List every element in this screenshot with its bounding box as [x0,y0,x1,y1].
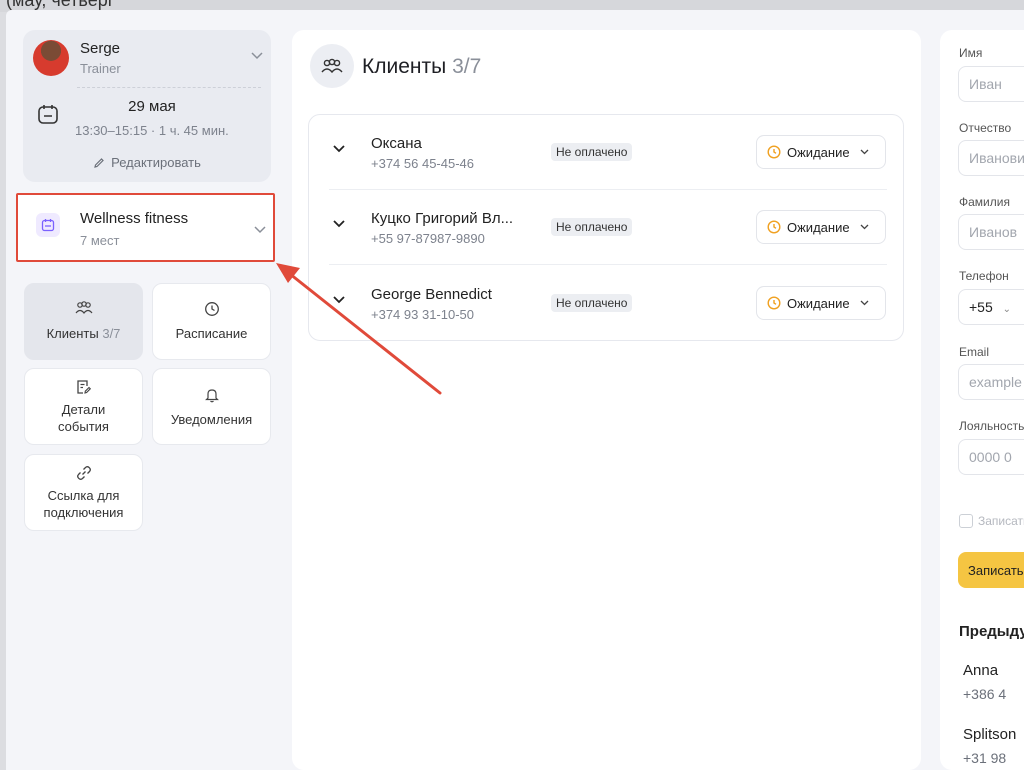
tab-details-line2: события [58,419,109,434]
event-calendar-icon [36,213,60,237]
status-label: Ожидание [787,295,850,311]
chevron-down-icon[interactable] [251,52,263,60]
avatar [33,40,69,76]
tab-clients[interactable]: Клиенты 3/7 [24,283,143,360]
event-capacity: 7 мест [80,233,120,248]
email-field[interactable]: example [958,364,1024,400]
previous-client-name[interactable]: Anna [963,662,998,679]
last-name-field[interactable]: Иванов [958,214,1024,250]
client-phone: +374 93 31-10-50 [371,307,475,322]
loyalty-label: Лояльность [959,419,1024,433]
previous-clients-heading: Предыдущие [959,623,1024,640]
status-label: Ожидание [787,144,850,160]
pencil-icon [94,157,104,168]
payment-badge: Не оплачено [551,294,633,312]
phone-code: +55 [969,299,993,315]
tab-details-line1: Детали [61,402,106,417]
previous-client-phone: +31 98 [963,750,1007,766]
edit-button[interactable]: Редактировать [23,155,271,170]
checkbox-label: Записать [978,514,1024,528]
page-title: Клиенты 3/7 [362,55,481,79]
trainer-selector[interactable]: Serge Trainer [33,40,263,80]
trainer-role: Trainer [80,61,121,76]
chevron-down-icon[interactable] [254,226,266,234]
loyalty-field[interactable]: 0000 0 [958,439,1024,475]
calendar-icon [38,105,58,124]
event-date: 29 мая [128,98,176,115]
chevron-down-icon [860,300,869,306]
first-name-field[interactable]: Иван [958,66,1024,102]
last-name-label: Фамилия [959,195,1010,209]
chevron-down-icon: ⌄ [1002,304,1012,315]
record-checkbox[interactable]: Записать [959,514,1024,528]
client-name: Куцко Григорий Вл... [371,210,514,227]
tab-schedule-label: Расписание [175,326,248,341]
clock-icon [767,296,781,310]
chevron-down-icon [860,224,869,230]
first-name-label: Имя [959,46,983,60]
status-dropdown[interactable]: Ожидание [756,135,886,169]
event-title: Wellness fitness [80,210,189,227]
page-title-count: 3/7 [452,55,482,78]
event-selector[interactable]: Wellness fitness 7 мест [16,193,275,262]
chevron-down-icon [860,149,869,155]
tab-event-details[interactable]: Детали события [24,368,143,445]
payment-badge: Не оплачено [551,143,633,161]
client-phone: +374 56 45-45-46 [371,156,475,171]
clock-icon [204,302,219,316]
document-edit-icon [77,380,91,394]
tab-link-line1: Ссылка для [47,488,120,503]
edit-label: Редактировать [111,155,201,170]
link-icon [76,466,91,480]
divider [329,264,887,265]
clock-icon [767,145,781,159]
list-item[interactable]: Куцко Григорий Вл... +55 97-87987-9890 Н… [309,190,905,265]
tab-link-line2: подключения [43,505,124,520]
trainer-card: Serge Trainer 29 мая 13:30–15:15 · 1 ч. … [23,30,271,182]
status-label: Ожидание [787,219,850,235]
list-item[interactable]: Оксана +374 56 45-45-46 Не оплачено Ожид… [309,115,905,190]
checkbox[interactable] [959,514,973,528]
client-phone: +55 97-87987-9890 [371,231,485,246]
previous-client-phone: +386 4 [963,686,1007,702]
payment-badge: Не оплачено [551,218,633,236]
chevron-down-icon[interactable] [333,145,345,153]
tab-clients-label: Клиенты [46,326,99,341]
client-name: George Bennedict [371,286,492,303]
tab-notifications-label: Уведомления [170,412,253,427]
tab-connection-link[interactable]: Ссылка для подключения [24,454,143,531]
bell-icon [204,389,219,403]
clients-list: Оксана +374 56 45-45-46 Не оплачено Ожид… [308,114,904,341]
chevron-down-icon[interactable] [333,296,345,304]
clock-icon [767,220,781,234]
status-dropdown[interactable]: Ожидание [756,286,886,320]
clients-panel: Клиенты 3/7 Оксана +374 56 45-45-46 Не о… [292,30,921,770]
status-dropdown[interactable]: Ожидание [756,210,886,244]
tab-notifications[interactable]: Уведомления [152,368,271,445]
event-time: 13:30–15:15 · 1 ч. 45 мин. [75,123,229,138]
users-icon [310,44,354,88]
client-name: Оксана [371,135,422,152]
submit-button[interactable]: Записать [958,552,1024,588]
patronymic-field[interactable]: Иванович [958,140,1024,176]
email-label: Email [959,345,990,359]
phone-code-select[interactable]: +55 ⌄ [958,289,1024,325]
add-client-form: Имя Иван Отчество Иванович Фамилия Ивано… [940,30,1024,770]
divider [77,87,261,88]
phone-label: Телефон [959,269,1009,283]
app-window: Serge Trainer 29 мая 13:30–15:15 · 1 ч. … [6,10,1024,770]
trainer-name: Serge [80,40,121,57]
previous-client-name[interactable]: Splitson [963,726,1016,743]
users-icon [75,301,92,314]
patronymic-label: Отчество [959,121,1012,135]
page-title-text: Клиенты [362,55,447,78]
tab-clients-count: 3/7 [102,326,121,341]
tab-schedule[interactable]: Расписание [152,283,271,360]
list-item[interactable]: George Bennedict +374 93 31-10-50 Не опл… [309,266,905,341]
chevron-down-icon[interactable] [333,220,345,228]
